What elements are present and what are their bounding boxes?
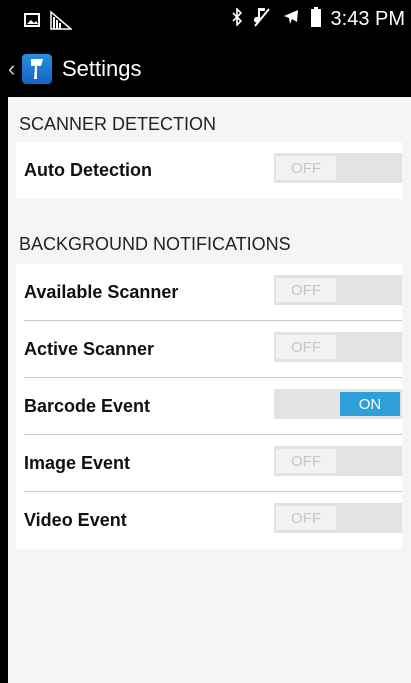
setting-label: Available Scanner — [24, 282, 179, 302]
clock: 3:43 PM — [330, 8, 405, 30]
setting-label: Active Scanner — [24, 339, 155, 359]
toggle-state: ON — [340, 392, 400, 416]
page-title: Settings — [62, 55, 142, 81]
setting-row-video-event[interactable]: Video Event OFF — [16, 492, 402, 549]
setting-row-image-event[interactable]: Image Event OFF — [16, 435, 402, 492]
toggle-state: OFF — [276, 506, 336, 530]
setting-label: Auto Detection — [24, 160, 152, 180]
image-event-toggle[interactable]: OFF — [274, 446, 402, 476]
barcode-event-toggle[interactable]: ON — [274, 389, 402, 419]
toggle-state: OFF — [276, 156, 336, 180]
auto-detection-toggle[interactable]: OFF — [274, 153, 402, 183]
scanner-icon[interactable] — [22, 53, 52, 84]
image-icon — [24, 13, 40, 32]
status-bar: 3:43 PM — [8, 0, 411, 40]
available-scanner-toggle[interactable]: OFF — [274, 275, 402, 305]
mute-icon — [253, 7, 271, 32]
setting-row-auto-detection[interactable]: Auto Detection OFF — [16, 142, 402, 199]
airplane-icon — [281, 7, 301, 32]
screen: 3:43 PM ‹ Settings SCANNER DETECTION Aut… — [8, 0, 411, 683]
toggle-state: OFF — [276, 278, 336, 302]
section-header-scanner-detection: SCANNER DETECTION — [19, 114, 217, 134]
chevron-left-icon[interactable]: ‹ — [8, 56, 18, 82]
action-bar: ‹ Settings — [8, 40, 411, 97]
setting-row-active-scanner[interactable]: Active Scanner OFF — [16, 321, 402, 378]
signal-icon — [50, 10, 74, 35]
toggle-state: OFF — [276, 449, 336, 473]
setting-row-available-scanner[interactable]: Available Scanner OFF — [16, 264, 402, 321]
setting-label: Barcode Event — [24, 396, 151, 416]
video-event-toggle[interactable]: OFF — [274, 503, 402, 533]
bluetooth-icon — [231, 7, 243, 31]
section-header-background-notifications: BACKGROUND NOTIFICATIONS — [19, 234, 291, 254]
setting-row-barcode-event[interactable]: Barcode Event ON — [16, 378, 402, 435]
toggle-state: OFF — [276, 335, 336, 359]
setting-label: Image Event — [24, 453, 131, 473]
setting-label: Video Event — [24, 510, 127, 530]
background-notifications-card: Available Scanner OFF Active Scanner OFF… — [16, 264, 402, 549]
scanner-detection-card: Auto Detection OFF — [16, 142, 402, 199]
battery-icon — [310, 7, 321, 32]
active-scanner-toggle[interactable]: OFF — [274, 332, 402, 362]
